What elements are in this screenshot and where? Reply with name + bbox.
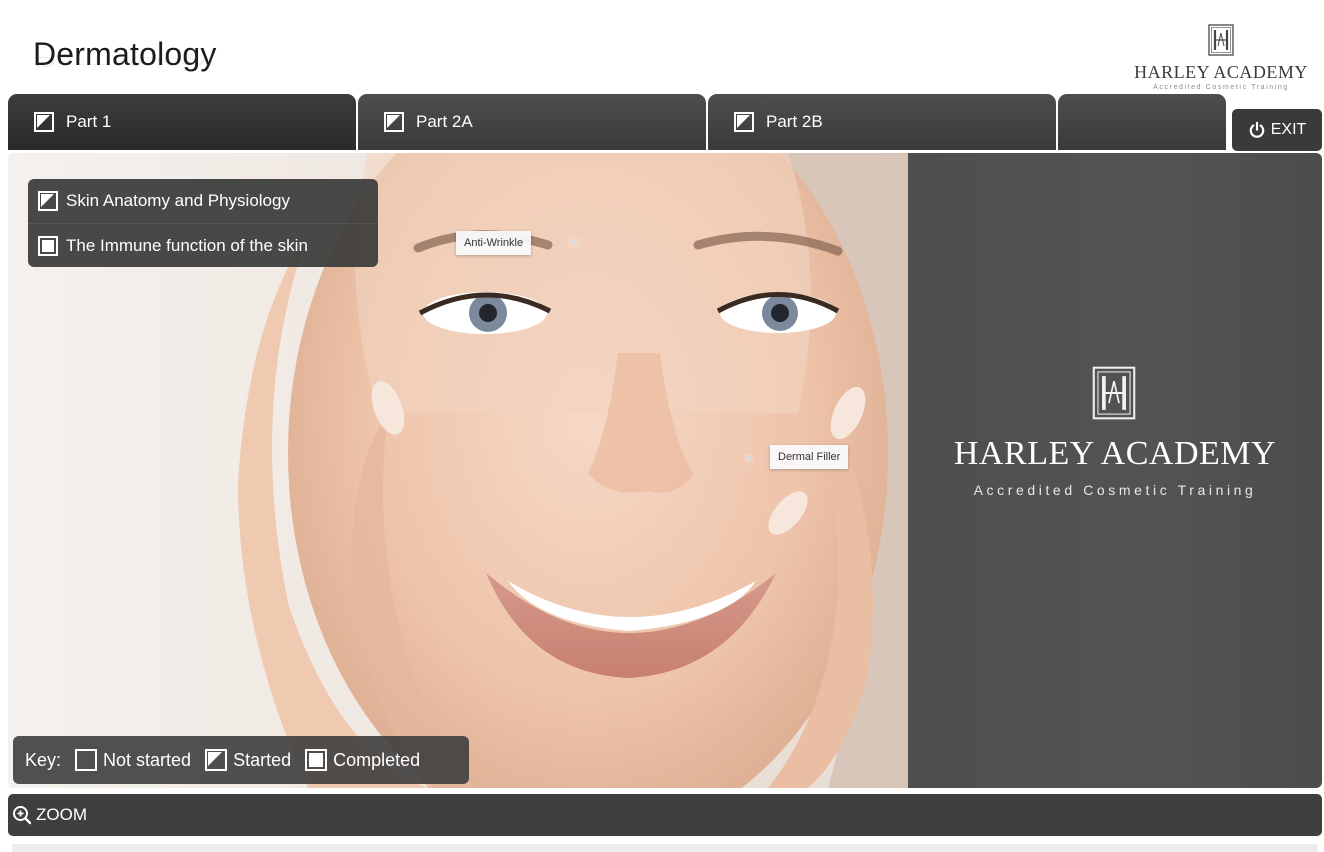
tab-part-1[interactable]: Part 1 [8, 94, 356, 150]
hotspot-marker[interactable] [571, 239, 577, 245]
brand-panel: HARLEY ACADEMY Accredited Cosmetic Train… [908, 153, 1322, 788]
brand-name: HARLEY ACADEMY [1134, 62, 1308, 82]
tab-part-2a[interactable]: Part 2A [358, 94, 706, 150]
key-item-label: Completed [333, 749, 421, 770]
topic-immune-function[interactable]: The Immune function of the skin [28, 223, 378, 267]
key-item-label: Not started [103, 749, 192, 770]
tab-label: Part 2B [766, 112, 823, 131]
page-title-reflection: Dermatology [33, 53, 215, 70]
exit-label: EXIT [1270, 121, 1307, 138]
brand-tagline-large: Accredited Cosmetic Training [973, 482, 1257, 498]
started-status-icon [734, 112, 754, 132]
power-icon [1249, 121, 1264, 138]
brand-logo: HARLEY ACADEMY Accredited Cosmetic Train… [1130, 24, 1312, 91]
hotspot-anti-wrinkle[interactable]: Anti-Wrinkle [456, 231, 532, 255]
zoom-in-icon [13, 806, 32, 825]
brand-name-large: HARLEY ACADEMY [953, 435, 1277, 472]
started-status-icon [38, 191, 58, 211]
zoom-button[interactable]: ZOOM [12, 805, 87, 825]
topic-label: The Immune function of the skin [66, 235, 308, 255]
completed-status-icon [305, 749, 328, 771]
status-key: Key: Not started Started Completed [13, 736, 469, 784]
zoom-label: ZOOM [36, 805, 87, 824]
bottom-toolbar: ZOOM [8, 794, 1322, 836]
tab-label: Part 1 [66, 112, 112, 131]
content-stage: HARLEY ACADEMY Accredited Cosmetic Train… [8, 153, 1322, 788]
exit-button[interactable]: EXIT [1232, 109, 1322, 151]
started-status-icon [384, 112, 404, 132]
brand-tagline: Accredited Cosmetic Training [1153, 84, 1289, 91]
tab-part-2b[interactable]: Part 2B [708, 94, 1056, 150]
not-started-status-icon [75, 749, 98, 771]
key-label: Key: [25, 749, 62, 770]
hotspot-marker[interactable] [746, 455, 752, 461]
topic-skin-anatomy[interactable]: Skin Anatomy and Physiology [28, 179, 378, 223]
tab-label: Part 2A [416, 112, 473, 131]
harley-monogram-icon [1092, 366, 1136, 420]
completed-status-icon [38, 235, 58, 256]
key-item-label: Started [233, 749, 292, 770]
started-status-icon [205, 749, 228, 771]
harley-monogram-icon [1208, 24, 1234, 56]
topic-label: Skin Anatomy and Physiology [66, 191, 290, 210]
hotspot-dermal-filler[interactable]: Dermal Filler [770, 445, 849, 469]
started-status-icon [34, 112, 54, 132]
tab-bar-filler [1058, 94, 1226, 150]
bottom-strip [12, 844, 1318, 852]
